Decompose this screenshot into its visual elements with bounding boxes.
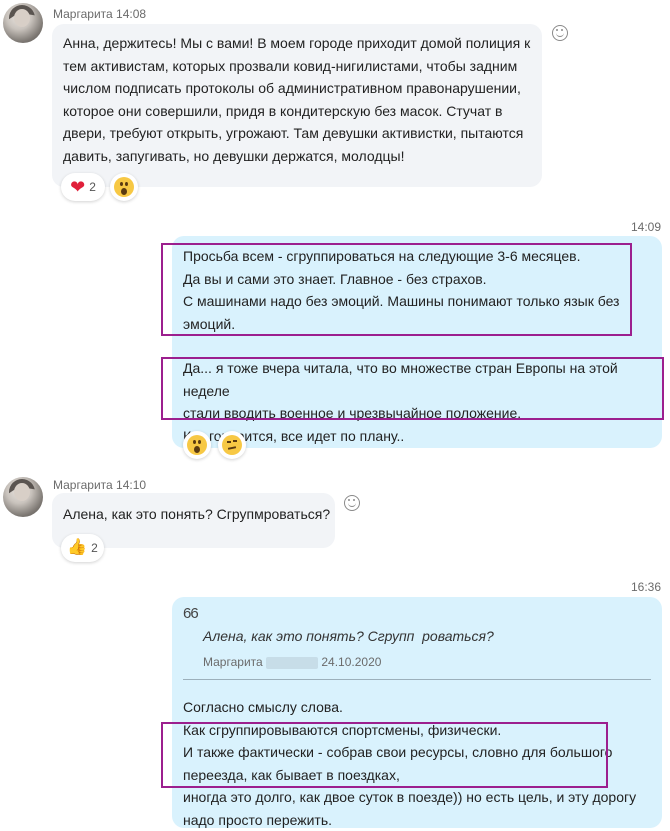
avatar[interactable] bbox=[3, 477, 43, 517]
quote-date: 24.10.2020 bbox=[321, 655, 382, 669]
message-text: Анна, держитесь! Мы с вами! В моем город… bbox=[63, 35, 531, 164]
thinking-emoji-icon bbox=[222, 435, 242, 455]
message-time: 14:10 bbox=[116, 478, 147, 492]
message-meta: Маргарита 14:08 bbox=[53, 7, 146, 21]
quote-mark-icon: 66 bbox=[183, 605, 199, 622]
message-time: 16:36 bbox=[631, 580, 662, 594]
sender-name: Маргарита bbox=[53, 7, 113, 21]
add-reaction-icon[interactable] bbox=[552, 25, 568, 41]
reaction-surprised[interactable] bbox=[110, 173, 138, 201]
reaction-surprised[interactable] bbox=[183, 431, 211, 459]
reaction-count: 2 bbox=[91, 541, 98, 555]
add-reaction-icon[interactable] bbox=[344, 495, 360, 511]
quote-divider bbox=[183, 679, 651, 680]
reaction-thumbs-up[interactable]: 👍 2 bbox=[61, 534, 104, 562]
blurred-name bbox=[266, 656, 319, 669]
sender-name: Маргарита bbox=[53, 478, 113, 492]
highlight-box bbox=[161, 357, 664, 420]
heart-icon: ❤ bbox=[70, 177, 86, 197]
thumbs-up-icon: 👍 bbox=[67, 539, 88, 556]
highlight-box bbox=[161, 722, 608, 788]
message-time: 14:09 bbox=[631, 220, 662, 234]
quoted-text: Алена, как это понять? Сгрупп роваться? bbox=[203, 628, 494, 644]
surprised-emoji-icon bbox=[114, 177, 134, 197]
avatar[interactable] bbox=[3, 3, 43, 43]
message-time: 14:08 bbox=[116, 7, 147, 21]
reaction-thinking[interactable] bbox=[218, 431, 246, 459]
highlight-box bbox=[161, 243, 632, 336]
message-bubble[interactable]: 66 Алена, как это понять? Сгрупп роватьс… bbox=[172, 597, 662, 828]
message-meta: Маргарита 14:10 bbox=[53, 478, 146, 492]
reaction-count: 2 bbox=[89, 180, 96, 194]
quote-author: Маргарита bbox=[203, 655, 263, 669]
message-text: Алена, как это понять? Сгрупмроваться? bbox=[63, 506, 331, 522]
surprised-emoji-icon bbox=[187, 435, 207, 455]
message-bubble[interactable]: Анна, держитесь! Мы с вами! В моем город… bbox=[52, 24, 542, 187]
quote-meta: Маргарита 24.10.2020 bbox=[203, 655, 381, 669]
reaction-heart[interactable]: ❤ 2 bbox=[61, 173, 105, 201]
